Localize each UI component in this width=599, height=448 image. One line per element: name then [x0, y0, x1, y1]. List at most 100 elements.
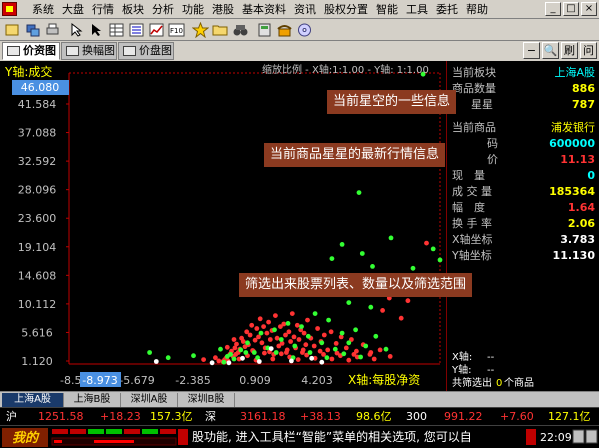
- minimize-button[interactable]: _: [545, 2, 561, 16]
- star-point: [245, 340, 250, 346]
- menu-item-12[interactable]: 委托: [432, 0, 462, 19]
- binoculars-icon[interactable]: [232, 22, 249, 38]
- star-label: 星星: [471, 98, 493, 111]
- star-point: [388, 235, 394, 241]
- refresh-button[interactable]: 刷: [561, 42, 578, 59]
- star-point: [268, 346, 274, 351]
- sh-change: +18.23: [100, 410, 141, 423]
- star-point: [326, 317, 331, 323]
- info-board: 当前板块 上海A股: [447, 65, 597, 80]
- star-point: [201, 357, 207, 362]
- star-point: [296, 337, 302, 342]
- alert-icon[interactable]: [178, 429, 188, 445]
- star-point: [424, 240, 429, 246]
- star-point: [303, 342, 309, 348]
- brand-text: 我的: [12, 430, 40, 446]
- menu-item-5[interactable]: 功能: [178, 0, 208, 19]
- connect-icon[interactable]: [24, 22, 41, 38]
- y-tick-label: 1.120: [21, 355, 53, 368]
- star-point: [295, 357, 301, 362]
- app-logo-icon[interactable]: [2, 2, 17, 16]
- y-tick-label: 5.616: [21, 326, 53, 339]
- star-point: [300, 347, 306, 353]
- star-point: [328, 329, 334, 335]
- star-point: [368, 350, 374, 355]
- star-point: [267, 337, 273, 342]
- menu-item-1[interactable]: 大盘: [58, 0, 88, 19]
- list-icon[interactable]: [128, 22, 145, 38]
- menu-item-8[interactable]: 资讯: [290, 0, 320, 19]
- star-point: [259, 340, 265, 346]
- star-point: [315, 326, 320, 331]
- settings-icon[interactable]: [572, 429, 585, 444]
- tab-sh-a[interactable]: 上海A股: [2, 393, 64, 407]
- star-point: [286, 329, 292, 335]
- menu-item-9[interactable]: 股权分置: [320, 0, 372, 19]
- menu-item-10[interactable]: 智能: [372, 0, 402, 19]
- tab-turnover-amplitude[interactable]: 换幅图: [61, 42, 117, 60]
- phone-icon[interactable]: [276, 22, 293, 38]
- folder-icon[interactable]: [212, 22, 229, 38]
- grid-icon[interactable]: [108, 22, 125, 38]
- star-point: [288, 339, 293, 344]
- tab-sh-b[interactable]: 上海B股: [64, 393, 121, 407]
- star-point: [410, 265, 416, 271]
- menu-item-13[interactable]: 帮助: [462, 0, 492, 19]
- sz-index[interactable]: 3161.18: [240, 408, 286, 426]
- chart-axes: [68, 72, 441, 365]
- menu-item-11[interactable]: 工具: [402, 0, 432, 19]
- star-point: [213, 355, 218, 361]
- y-tick-label: 10.112: [18, 298, 57, 311]
- cursor-icon[interactable]: [88, 22, 105, 38]
- star-point: [285, 321, 291, 326]
- menu-item-7[interactable]: 基本资料: [238, 0, 290, 19]
- window-icon: [66, 46, 79, 56]
- sh-index[interactable]: 1251.58: [38, 408, 84, 426]
- turnover-label: 换 手 率: [452, 217, 492, 230]
- star-point: [291, 334, 297, 340]
- lock-icon[interactable]: [585, 429, 598, 444]
- f10-icon[interactable]: F10: [168, 22, 185, 38]
- tab-sz-a[interactable]: 深圳A股: [121, 393, 178, 407]
- open-icon[interactable]: [4, 22, 21, 38]
- menu-item-3[interactable]: 板块: [118, 0, 148, 19]
- chart-icon[interactable]: [148, 22, 165, 38]
- star-point: [332, 346, 338, 352]
- print-icon[interactable]: [44, 22, 61, 38]
- star-point: [294, 322, 300, 328]
- star-point: [274, 335, 280, 341]
- board-value[interactable]: 上海A股: [554, 65, 595, 80]
- menu-item-0[interactable]: 系统: [28, 0, 58, 19]
- star-point: [256, 359, 262, 364]
- star-point: [278, 337, 284, 342]
- stock-value[interactable]: 浦发银行: [551, 120, 595, 135]
- arrow-icon[interactable]: [68, 22, 85, 38]
- star-point: [311, 343, 317, 349]
- tab-price-volume[interactable]: 价资图: [2, 42, 60, 60]
- zoom-out-button[interactable]: −: [523, 42, 540, 59]
- info-amplitude: 幅 度 1.64: [447, 200, 597, 215]
- star-icon[interactable]: [192, 22, 209, 38]
- sz-change: +38.13: [300, 410, 341, 423]
- menu-item-6[interactable]: 港股: [208, 0, 238, 19]
- star-point: [249, 322, 255, 328]
- star-point: [380, 308, 385, 313]
- close-button[interactable]: ×: [581, 2, 597, 16]
- star-point: [368, 304, 374, 310]
- star-point: [273, 350, 279, 355]
- maximize-button[interactable]: □: [563, 2, 579, 16]
- menu-item-2[interactable]: 行情: [88, 0, 118, 19]
- tab-price-board[interactable]: 价盘图: [118, 42, 174, 60]
- help-button[interactable]: 问: [580, 42, 597, 59]
- i300-index[interactable]: 991.22: [444, 408, 483, 426]
- star-point: [383, 346, 389, 352]
- tab-label: 价资图: [23, 44, 56, 57]
- tab-sz-b[interactable]: 深圳B股: [178, 393, 235, 407]
- tools-icon[interactable]: [256, 22, 273, 38]
- y-tick-label: 19.104: [18, 241, 57, 254]
- search-icon[interactable]: 🔍: [542, 42, 559, 59]
- x-tick-label: -2.385: [175, 374, 210, 387]
- menu-item-4[interactable]: 分析: [148, 0, 178, 19]
- chart-points: [147, 71, 443, 366]
- cd-icon[interactable]: [296, 22, 313, 38]
